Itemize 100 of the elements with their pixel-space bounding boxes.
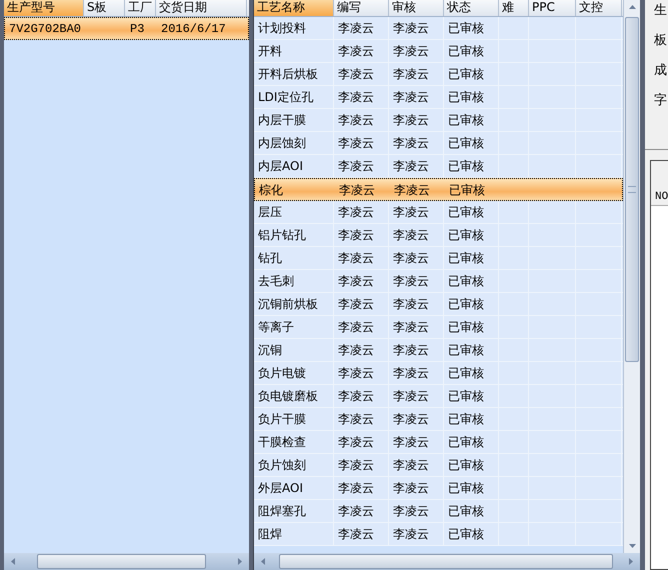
table-cell: 已审核 — [444, 477, 499, 499]
table-cell: 李凌云 — [389, 431, 444, 453]
table-cell-text: 棕化 — [258, 182, 284, 199]
table-row[interactable]: 铝片钻孔 李凌云 李凌云 已审核 — [254, 224, 623, 247]
table-cell: 去毛刺 — [254, 270, 334, 292]
table-row[interactable]: 层压 李凌云 李凌云 已审核 — [254, 201, 623, 224]
table-cell: 铝片钻孔 — [254, 224, 334, 246]
table-cell: 已审核 — [444, 385, 499, 407]
table-cell: 负电镀磨板 — [254, 385, 334, 407]
table-row[interactable]: 沉铜前烘板 李凌云 李凌云 已审核 — [254, 293, 623, 316]
table-cell: 李凌云 — [334, 86, 389, 108]
table-cell: 已审核 — [444, 201, 499, 223]
table-cell: 阻焊 — [254, 523, 334, 545]
scroll-thumb[interactable] — [625, 17, 639, 362]
table-cell: 李凌云 — [334, 63, 389, 85]
table-row[interactable]: LDI定位孔 李凌云 李凌云 已审核 — [254, 86, 623, 109]
table-row[interactable]: 负电镀磨板 李凌云 李凌云 已审核 — [254, 385, 623, 408]
table-row[interactable]: 阻焊塞孔 李凌云 李凌云 已审核 — [254, 500, 623, 523]
table-row[interactable]: 负片干膜 李凌云 李凌云 已审核 — [254, 408, 623, 431]
scroll-thumb[interactable] — [279, 554, 613, 569]
table-cell: 李凌云 — [334, 362, 389, 384]
table-cell: 李凌云 — [389, 339, 444, 361]
table-row[interactable]: 干膜检查 李凌云 李凌云 已审核 — [254, 431, 623, 454]
vertical-scrollbar[interactable] — [623, 0, 640, 553]
scroll-left-icon[interactable] — [10, 558, 17, 565]
horizontal-scrollbar[interactable] — [4, 553, 249, 570]
table-cell: LDI定位孔 — [254, 86, 334, 108]
table-cell: 李凌云 — [334, 477, 389, 499]
table-row[interactable]: 阻焊 李凌云 李凌云 已审核 — [254, 523, 623, 546]
table-cell: 已审核 — [444, 247, 499, 269]
table-cell: 李凌云 — [389, 408, 444, 430]
field-label: 成 — [654, 63, 668, 78]
table-cell: 李凌云 — [334, 408, 389, 430]
table-cell: 李凌云 — [334, 454, 389, 476]
table-row[interactable]: 内层干膜 李凌云 李凌云 已审核 — [254, 109, 623, 132]
table-row[interactable]: 去毛刺 李凌云 李凌云 已审核 — [254, 270, 623, 293]
table-cell: 李凌云 — [389, 454, 444, 476]
scroll-left-icon[interactable] — [260, 558, 267, 565]
table-cell: 开料后烘板 — [254, 63, 334, 85]
table-cell: 李凌云 — [334, 339, 389, 361]
column-header[interactable]: 生产型号 — [4, 0, 84, 16]
column-header[interactable]: 难 — [499, 0, 529, 16]
table-row[interactable]: 钻孔 李凌云 李凌云 已审核 — [254, 247, 623, 270]
table-cell: 李凌云 — [389, 316, 444, 338]
table-cell: 内层干膜 — [254, 109, 334, 131]
table-cell: 李凌云 — [334, 224, 389, 246]
table-cell: 沉铜 — [254, 339, 334, 361]
table-row[interactable]: 等离子 李凌云 李凌云 已审核 — [254, 316, 623, 339]
table-cell: 已审核 — [444, 339, 499, 361]
table-cell-text: 李凌云 — [393, 182, 431, 199]
scroll-right-icon[interactable] — [236, 558, 243, 565]
table-cell: 李凌云 — [334, 40, 389, 62]
column-header[interactable]: 交货日期 — [156, 0, 247, 16]
table-cell: 李凌云 — [334, 132, 389, 154]
selected-row[interactable]: 棕化 李凌云 李凌云 已审核 — [254, 178, 623, 201]
table-row[interactable]: 负片蚀刻 李凌云 李凌云 已审核 — [254, 454, 623, 477]
scroll-up-icon[interactable] — [628, 4, 636, 11]
scroll-thumb[interactable] — [37, 554, 206, 569]
table-cell: 已审核 — [444, 500, 499, 522]
table-cell-text: 2016/6/17 — [160, 21, 227, 38]
column-header[interactable]: 文控 — [576, 0, 622, 16]
table-row[interactable]: 计划投料 李凌云 李凌云 已审核 — [254, 17, 623, 40]
column-header[interactable]: 工艺名称 — [254, 0, 334, 16]
table-cell: 李凌云 — [389, 201, 444, 223]
column-header[interactable]: 编写 — [334, 0, 389, 16]
table-cell: 李凌云 — [389, 385, 444, 407]
table-cell: 李凌云 — [334, 247, 389, 269]
table-cell: 已审核 — [444, 431, 499, 453]
table-cell: 已审核 — [444, 224, 499, 246]
column-header[interactable]: 工厂 — [125, 0, 156, 16]
table-cell-text: 李凌云 — [338, 182, 376, 199]
table-cell: 李凌云 — [389, 132, 444, 154]
table-cell: 已审核 — [444, 362, 499, 384]
table-cell: 李凌云 — [334, 17, 389, 39]
column-header[interactable]: 状态 — [444, 0, 499, 16]
scroll-down-icon[interactable] — [628, 542, 636, 549]
table-row[interactable]: 沉铜 李凌云 李凌云 已审核 — [254, 339, 623, 362]
selected-row[interactable]: 7V2G702BA0 P3 2016/6/17 — [4, 17, 249, 40]
table-row[interactable]: 负片电镀 李凌云 李凌云 已审核 — [254, 362, 623, 385]
table-cell-text: 已审核 — [448, 182, 486, 199]
table-cell: 李凌云 — [389, 477, 444, 499]
table-row[interactable]: 内层AOI 李凌云 李凌云 已审核 — [254, 155, 623, 178]
horizontal-scrollbar[interactable] — [254, 553, 640, 570]
table-cell: 钻孔 — [254, 247, 334, 269]
column-header[interactable]: PPC — [529, 0, 576, 16]
field-label: 板 — [654, 33, 668, 48]
table-row[interactable]: 开料 李凌云 李凌云 已审核 — [254, 40, 623, 63]
table-cell: 已审核 — [444, 155, 499, 177]
field-label: 字 — [654, 93, 668, 108]
table-cell: 负片蚀刻 — [254, 454, 334, 476]
scroll-right-icon[interactable] — [627, 558, 634, 565]
table-cell: 已审核 — [444, 408, 499, 430]
table-row[interactable]: 开料后烘板 李凌云 李凌云 已审核 — [254, 63, 623, 86]
table-cell: 开料 — [254, 40, 334, 62]
table-row[interactable]: 内层蚀刻 李凌云 李凌云 已审核 — [254, 132, 623, 155]
table-cell: 计划投料 — [254, 17, 334, 39]
column-header[interactable]: 审核 — [389, 0, 444, 16]
column-header[interactable]: S板 — [84, 0, 125, 16]
table-cell-text: 7V2G702BA0 — [8, 21, 82, 38]
table-row[interactable]: 外层AOI 李凌云 李凌云 已审核 — [254, 477, 623, 500]
